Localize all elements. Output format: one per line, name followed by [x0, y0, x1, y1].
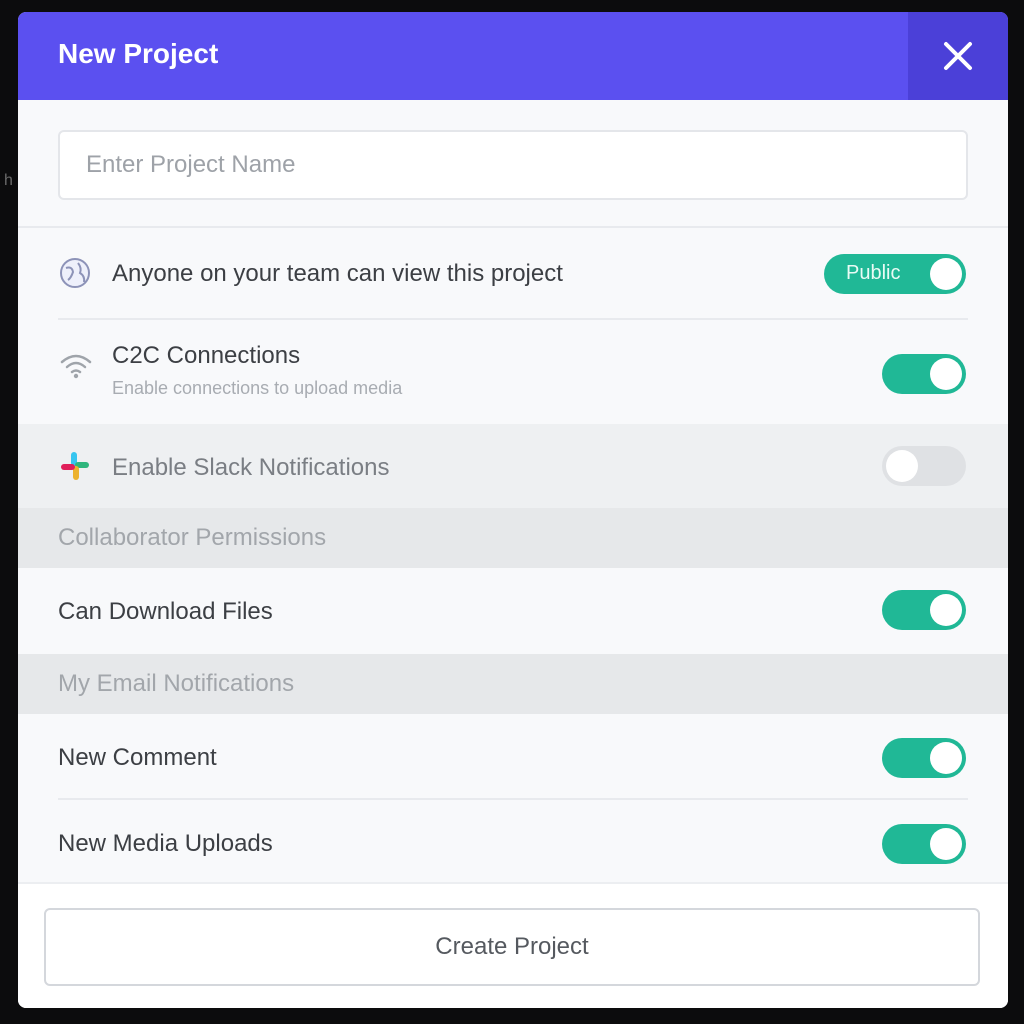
new-media-uploads-row: New Media Uploads — [18, 800, 1008, 882]
modal-footer: Create Project — [18, 882, 1008, 1008]
can-download-row: Can Download Files — [18, 568, 1008, 654]
c2c-connections-row: C2C Connections Enable connections to up… — [18, 320, 1008, 424]
toggle-knob — [930, 258, 962, 290]
new-media-uploads-label: New Media Uploads — [58, 830, 273, 857]
c2c-toggle[interactable] — [882, 354, 966, 394]
new-comment-label: New Comment — [58, 744, 217, 771]
backdrop-text-fragment: h — [4, 172, 13, 189]
modal-header: New Project — [18, 12, 1008, 100]
create-project-button[interactable]: Create Project — [44, 908, 980, 986]
slack-notifications-row: Enable Slack Notifications — [18, 424, 1008, 508]
collaborator-permissions-heading: Collaborator Permissions — [18, 508, 1008, 568]
slack-icon — [61, 452, 89, 480]
modal-title: New Project — [58, 38, 219, 69]
toggle-state-label: Public — [846, 262, 901, 284]
close-icon — [944, 42, 972, 70]
wifi-icon — [60, 354, 92, 379]
can-download-label: Can Download Files — [58, 598, 273, 625]
toggle-knob — [886, 450, 918, 482]
toggle-knob — [930, 828, 962, 860]
new-media-uploads-toggle[interactable] — [882, 824, 966, 864]
new-project-modal: New Project Anyone on your team can view… — [18, 12, 1008, 1008]
c2c-subtitle: Enable connections to upload media — [112, 378, 403, 398]
c2c-title: C2C Connections — [112, 342, 301, 369]
toggle-knob — [930, 742, 962, 774]
visibility-label: Anyone on your team can view this projec… — [112, 260, 563, 287]
toggle-knob — [930, 594, 962, 626]
new-comment-toggle[interactable] — [882, 738, 966, 778]
email-notifications-heading: My Email Notifications — [18, 654, 1008, 714]
visibility-toggle[interactable]: Public — [824, 254, 966, 294]
toggle-knob — [930, 358, 962, 390]
visibility-row: Anyone on your team can view this projec… — [18, 230, 1008, 318]
section-heading-text: My Email Notifications — [58, 670, 295, 697]
slack-toggle[interactable] — [882, 446, 966, 486]
can-download-toggle[interactable] — [882, 590, 966, 630]
slack-label: Enable Slack Notifications — [112, 454, 390, 481]
new-comment-row: New Comment — [18, 714, 1008, 798]
section-heading-text: Collaborator Permissions — [58, 524, 327, 551]
globe-icon — [60, 258, 90, 288]
divider — [18, 226, 1008, 228]
project-name-input[interactable] — [58, 130, 968, 200]
close-button[interactable] — [908, 12, 1008, 100]
